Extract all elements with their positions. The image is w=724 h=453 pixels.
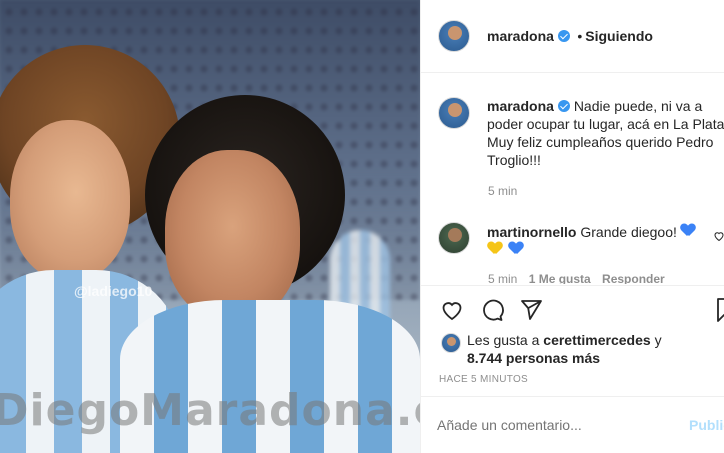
separator-dot: • — [577, 28, 583, 44]
comment-bubble-icon[interactable] — [479, 298, 505, 322]
caption-line-2: poder ocupar tu lugar, acá en La Plata. — [487, 116, 724, 132]
comment-input[interactable] — [437, 417, 657, 433]
comment-bar: Publicar — [421, 396, 724, 453]
caption-author-avatar[interactable] — [438, 97, 470, 129]
header-user-row: maradona • Siguiendo — [487, 28, 653, 46]
comment-like-heart-icon[interactable] — [713, 230, 724, 242]
post-timestamp[interactable]: HACE 5 MINUTOS — [439, 374, 528, 385]
caption-time[interactable]: 5 min — [488, 184, 517, 198]
likes-count-link[interactable]: 8.744 personas más — [467, 350, 600, 366]
commenter-avatar[interactable] — [438, 222, 470, 254]
photo-handle-overlay: @ladiego10 — [74, 283, 153, 299]
liker-avatar[interactable] — [441, 333, 461, 353]
author-avatar[interactable] — [438, 20, 470, 52]
share-send-icon[interactable] — [518, 298, 544, 322]
person-left-face — [10, 120, 130, 280]
likes-summary: Les gusta a cerettimercedes y 8.744 pers… — [467, 331, 662, 367]
post-photo[interactable]: @ladiego10 DiegoMaradona.com — [0, 0, 420, 453]
blue-heart-emoji-icon — [681, 224, 695, 237]
action-bar — [421, 285, 724, 335]
comment-time[interactable]: 5 min — [488, 272, 517, 284]
person-right-face — [165, 150, 300, 320]
following-button[interactable]: Siguiendo — [585, 28, 653, 44]
caption-line-4: Troglio!!! — [487, 152, 541, 168]
commenter-username[interactable]: martinornello — [487, 224, 576, 240]
comment-meta-row: 5 min 1 Me gusta Responder — [488, 272, 665, 284]
caption-line-1: maradona Nadie puede, ni va a — [487, 97, 702, 115]
comment-emoji-row — [488, 242, 523, 260]
save-bookmark-icon[interactable] — [717, 298, 724, 322]
author-username[interactable]: maradona — [487, 28, 554, 44]
like-heart-icon[interactable] — [439, 298, 465, 322]
comment-likes[interactable]: 1 Me gusta — [529, 272, 591, 284]
caption-text-part-1: Nadie puede, ni va a — [573, 98, 703, 114]
comment-text: Grande diegoo! — [580, 224, 677, 240]
comment-reply-button[interactable]: Responder — [602, 272, 665, 284]
likes-conjunction: y — [654, 332, 662, 348]
verified-badge-icon — [557, 30, 570, 42]
likes-prefix: Les gusta a — [467, 332, 540, 348]
post-side-panel: maradona • Siguiendo maradona Nadie puede… — [420, 0, 724, 453]
yellow-heart-emoji-icon — [488, 242, 502, 255]
blue-heart-emoji-icon — [509, 242, 523, 255]
photo-watermark: DiegoMaradona.com — [0, 385, 420, 436]
caption-username[interactable]: maradona — [487, 98, 554, 114]
comment-row: martinornello Grande diegoo! — [487, 223, 695, 241]
verified-badge-icon — [557, 100, 570, 112]
liker-username[interactable]: cerettimercedes — [543, 332, 650, 348]
post-header: maradona • Siguiendo — [421, 0, 724, 73]
caption-line-3: Muy feliz cumpleaños querido Pedro — [487, 134, 714, 150]
publish-button[interactable]: Publicar — [689, 417, 724, 433]
